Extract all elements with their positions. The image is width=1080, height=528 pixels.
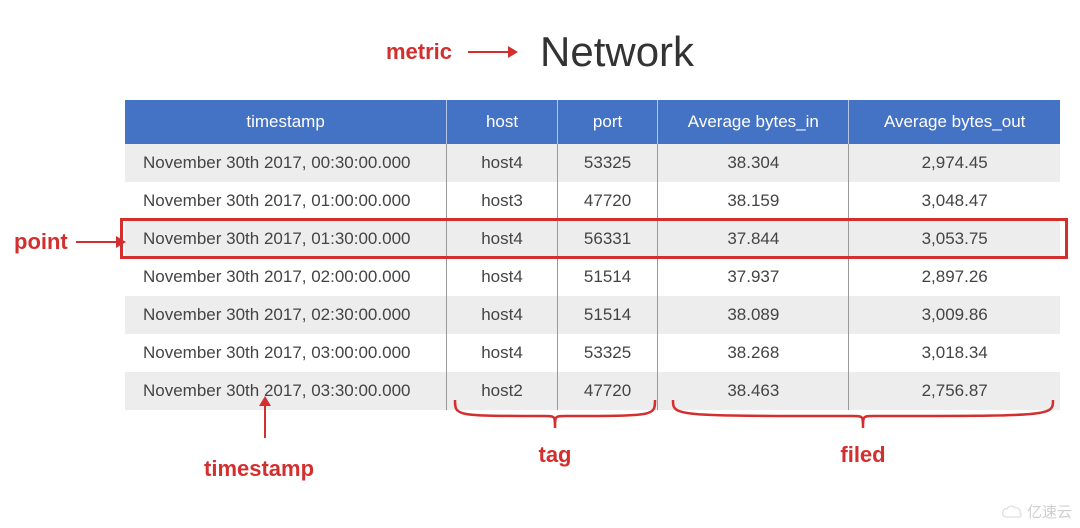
table-row: November 30th 2017, 03:00:00.000host4533…: [125, 334, 1060, 372]
cell-timestamp: November 30th 2017, 02:00:00.000: [125, 258, 447, 296]
cell-timestamp: November 30th 2017, 02:30:00.000: [125, 296, 447, 334]
cell-avg_in: 37.937: [658, 258, 849, 296]
timestamp-annotation-label: timestamp: [204, 456, 314, 482]
table-row: November 30th 2017, 01:30:00.000host4563…: [125, 220, 1060, 258]
cell-host: host4: [447, 144, 558, 182]
cell-avg_in: 37.844: [658, 220, 849, 258]
data-table: timestamp host port Average bytes_in Ave…: [125, 100, 1060, 410]
col-header-port: port: [557, 100, 658, 144]
cell-avg_out: 3,048.47: [849, 182, 1060, 220]
timestamp-arrow: [264, 398, 266, 438]
filed-brace: filed: [668, 398, 1058, 468]
point-annotation-label: point: [14, 229, 68, 255]
curly-brace-icon: [668, 398, 1058, 434]
page-title: Network: [540, 28, 694, 76]
cell-host: host3: [447, 182, 558, 220]
col-header-avg-in: Average bytes_in: [658, 100, 849, 144]
tag-brace: tag: [450, 398, 660, 468]
table-row: November 30th 2017, 02:30:00.000host4515…: [125, 296, 1060, 334]
col-header-avg-out: Average bytes_out: [849, 100, 1060, 144]
col-header-timestamp: timestamp: [125, 100, 447, 144]
cell-avg_out: 3,018.34: [849, 334, 1060, 372]
title-row: metric Network: [0, 0, 1080, 76]
cell-port: 51514: [557, 296, 658, 334]
table-header-row: timestamp host port Average bytes_in Ave…: [125, 100, 1060, 144]
cell-avg_out: 2,974.45: [849, 144, 1060, 182]
cloud-icon: [1001, 504, 1023, 520]
cell-port: 53325: [557, 144, 658, 182]
cell-host: host4: [447, 334, 558, 372]
cell-timestamp: November 30th 2017, 03:30:00.000: [125, 372, 447, 410]
cell-avg_in: 38.268: [658, 334, 849, 372]
cell-timestamp: November 30th 2017, 03:00:00.000: [125, 334, 447, 372]
cell-host: host4: [447, 220, 558, 258]
table-row: November 30th 2017, 01:00:00.000host3477…: [125, 182, 1060, 220]
arrow-right-icon: [76, 241, 124, 243]
cell-timestamp: November 30th 2017, 01:30:00.000: [125, 220, 447, 258]
cell-avg_out: 2,897.26: [849, 258, 1060, 296]
cell-port: 47720: [557, 182, 658, 220]
cell-avg_in: 38.304: [658, 144, 849, 182]
table-row: November 30th 2017, 00:30:00.000host4533…: [125, 144, 1060, 182]
filed-annotation-label: filed: [668, 442, 1058, 468]
watermark: 亿速云: [1001, 501, 1072, 522]
point-annotation: point: [14, 229, 124, 255]
cell-avg_in: 38.089: [658, 296, 849, 334]
curly-brace-icon: [450, 398, 660, 434]
cell-port: 53325: [557, 334, 658, 372]
arrow-up-icon: [264, 398, 266, 438]
cell-avg_out: 3,053.75: [849, 220, 1060, 258]
cell-host: host4: [447, 258, 558, 296]
cell-timestamp: November 30th 2017, 01:00:00.000: [125, 182, 447, 220]
arrow-right-icon: [468, 51, 516, 53]
col-header-host: host: [447, 100, 558, 144]
data-table-container: timestamp host port Average bytes_in Ave…: [125, 100, 1060, 410]
table-row: November 30th 2017, 02:00:00.000host4515…: [125, 258, 1060, 296]
cell-port: 51514: [557, 258, 658, 296]
tag-annotation-label: tag: [450, 442, 660, 468]
metric-annotation-label: metric: [386, 39, 452, 65]
cell-avg_in: 38.159: [658, 182, 849, 220]
cell-timestamp: November 30th 2017, 00:30:00.000: [125, 144, 447, 182]
cell-port: 56331: [557, 220, 658, 258]
cell-avg_out: 3,009.86: [849, 296, 1060, 334]
watermark-text: 亿速云: [1027, 501, 1072, 522]
cell-host: host4: [447, 296, 558, 334]
